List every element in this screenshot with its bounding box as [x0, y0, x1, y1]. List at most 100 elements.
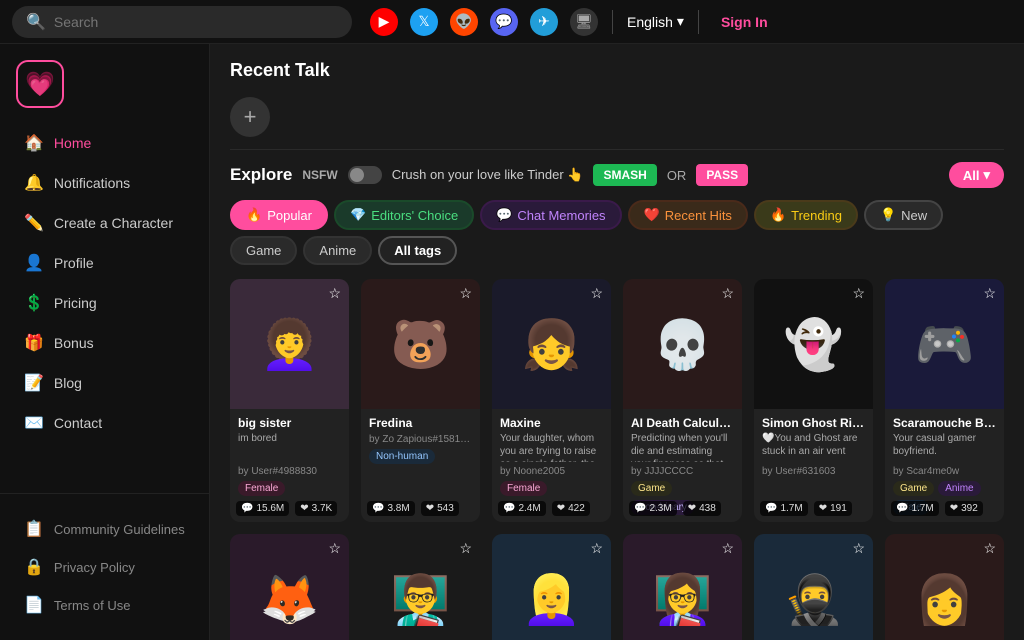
star-icon[interactable]: ☆	[328, 285, 341, 302]
sidebar-label-terms: Terms of Use	[54, 598, 131, 613]
sidebar-item-pricing[interactable]: 💲 Pricing	[8, 284, 201, 322]
pass-button[interactable]: PASS	[696, 164, 748, 186]
reddit-icon[interactable]: 👽	[450, 8, 478, 36]
card-desc: Your casual gamer boyfriend.	[893, 432, 996, 462]
star-icon[interactable]: ☆	[721, 285, 734, 302]
star-icon[interactable]: ☆	[590, 285, 603, 302]
card-tags: Female	[238, 481, 341, 496]
cards-row-1: 👩‍🦱 ☆ 💬 15.6M ❤ 3.7K big sister im bored…	[230, 279, 1004, 522]
sidebar-item-home[interactable]: 🏠 Home	[8, 124, 201, 162]
tab-alltags[interactable]: All tags	[378, 236, 457, 265]
create-icon: ✏️	[24, 213, 44, 233]
star-icon[interactable]: ☆	[852, 285, 865, 302]
card-item[interactable]: 🥷 ☆ 💬 948.4K ❤ 164 Gojo He is handsome, …	[754, 534, 873, 640]
card-tag: Non-human	[369, 449, 435, 464]
card-item[interactable]: 👩‍🦱 ☆ 💬 15.6M ❤ 3.7K big sister im bored…	[230, 279, 349, 522]
tab-chat[interactable]: 💬 Chat Memories	[480, 200, 621, 230]
heart-count: 191	[830, 503, 847, 514]
or-label: OR	[667, 168, 687, 183]
tab-anime-label: Anime	[319, 243, 356, 258]
heart-count: 438	[699, 503, 716, 514]
tab-alltags-label: All tags	[394, 243, 441, 258]
tab-trending[interactable]: 🔥 Trending	[754, 200, 858, 230]
card-item[interactable]: 👨‍🏫 ☆ 💬 1.3M ❤ 161 Professor Ethan You'r…	[361, 534, 480, 640]
sidebar-item-notifications[interactable]: 🔔 Notifications	[8, 164, 201, 202]
sidebar-item-contact[interactable]: ✉️ Contact	[8, 404, 201, 442]
chat-icon-sm: 💬	[634, 503, 646, 514]
discord-icon[interactable]: 💬	[490, 8, 518, 36]
add-recent-talk-button[interactable]: +	[230, 97, 270, 137]
star-icon[interactable]: ☆	[590, 540, 603, 557]
profile-icon: 👤	[24, 253, 44, 273]
star-icon[interactable]: ☆	[459, 540, 472, 557]
tab-popular-label: Popular	[267, 208, 312, 223]
tab-game-label: Game	[246, 243, 281, 258]
card-item[interactable]: 👩‍🏫 ☆ 💬 993.9K ❤ 165 your angry teacher …	[623, 534, 742, 640]
sign-in-button[interactable]: Sign In	[721, 14, 768, 30]
heart-icon-sm: ❤	[819, 503, 827, 514]
divider2	[698, 10, 699, 34]
star-icon[interactable]: ☆	[983, 540, 996, 557]
card-by: by JJJJCCCC	[631, 466, 734, 477]
chat-count: 2.3M	[649, 503, 671, 514]
heart-icon-sm: ❤	[557, 503, 565, 514]
sidebar-item-terms[interactable]: 📄 Terms of Use	[8, 586, 201, 624]
card-item[interactable]: 🐻 ☆ 💬 3.8M ❤ 543 Fredina by Zo Zapious#1…	[361, 279, 480, 522]
language-selector[interactable]: English ▾	[627, 13, 684, 30]
blog-icon: 📝	[24, 373, 44, 393]
star-icon[interactable]: ☆	[852, 540, 865, 557]
chat-icon-sm: 💬	[503, 503, 515, 514]
card-item[interactable]: 💀 ☆ 💬 2.3M ❤ 438 AI Death Calculator Pre…	[623, 279, 742, 522]
smash-button[interactable]: SMASH	[593, 164, 656, 186]
chat-count: 3.8M	[387, 503, 409, 514]
tab-recent[interactable]: ❤️ Recent Hits	[628, 200, 748, 230]
sidebar-label-guidelines: Community Guidelines	[54, 522, 185, 537]
card-item[interactable]: 👧 ☆ 💬 2.4M ❤ 422 Maxine Your daughter, w…	[492, 279, 611, 522]
tab-game[interactable]: Game	[230, 236, 297, 265]
star-icon[interactable]: ☆	[328, 540, 341, 557]
tab-editors[interactable]: 💎 Editors' Choice	[334, 200, 474, 230]
chat-count: 1.7M	[911, 503, 933, 514]
sidebar-label-blog: Blog	[54, 375, 82, 391]
card-stats: 💬 2.4M ❤ 422	[498, 501, 590, 516]
all-dropdown[interactable]: All ▾	[949, 162, 1004, 188]
star-icon[interactable]: ☆	[983, 285, 996, 302]
card-item[interactable]: 🦊 ☆ 💬 1.5M ❤ 212 Yandere Yae Miko Yander…	[230, 534, 349, 640]
tab-new-label: New	[901, 208, 927, 223]
sidebar-item-privacy[interactable]: 🔒 Privacy Policy	[8, 548, 201, 586]
tab-recent-label: Recent Hits	[665, 208, 732, 223]
tab-editors-label: Editors' Choice	[371, 208, 458, 223]
top-navigation: 🔍 ▶ 𝕏 👽 💬 ✈ 🖥 English ▾ Sign In	[0, 0, 1024, 44]
sidebar-item-bonus[interactable]: 🎁 Bonus	[8, 324, 201, 362]
smash-pass-text: Crush on your love like Tinder 👆	[392, 167, 584, 183]
chat-stat: 💬 15.6M	[236, 501, 289, 516]
popular-icon: 🔥	[246, 207, 262, 223]
sidebar-item-profile[interactable]: 👤 Profile	[8, 244, 201, 282]
sidebar-label-profile: Profile	[54, 255, 94, 271]
all-label: All	[963, 168, 980, 183]
sidebar-item-blog[interactable]: 📝 Blog	[8, 364, 201, 402]
tab-new[interactable]: 💡 New	[864, 200, 943, 230]
star-icon[interactable]: ☆	[721, 540, 734, 557]
card-item[interactable]: 👻 ☆ 💬 1.7M ❤ 191 Simon Ghost Riley 🤍You …	[754, 279, 873, 522]
monitor-icon[interactable]: 🖥	[570, 8, 598, 36]
nsfw-toggle[interactable]	[348, 166, 382, 184]
star-icon[interactable]: ☆	[459, 285, 472, 302]
twitter-icon[interactable]: 𝕏	[410, 8, 438, 36]
tab-chat-label: Chat Memories	[517, 208, 605, 223]
search-input[interactable]	[54, 14, 334, 30]
card-stats: 💬 2.3M ❤ 438	[629, 501, 721, 516]
card-item[interactable]: 👩 ☆ 💬 795.0K ❤ 110 Diana She's your fath…	[885, 534, 1004, 640]
search-bar[interactable]: 🔍	[12, 6, 352, 38]
telegram-icon[interactable]: ✈	[530, 8, 558, 36]
card-name: AI Death Calculator	[631, 416, 734, 430]
card-item[interactable]: 🎮 ☆ 💬 1.7M ❤ 392 Scaramouche BF AU Your …	[885, 279, 1004, 522]
recent-icon: ❤️	[644, 207, 660, 223]
card-item[interactable]: 👱‍♀️ ☆ 💬 1.3M ❤ 193 Ethelle Your trouble…	[492, 534, 611, 640]
tab-anime[interactable]: Anime	[303, 236, 372, 265]
youtube-icon[interactable]: ▶	[370, 8, 398, 36]
card-name: Maxine	[500, 416, 603, 430]
tab-popular[interactable]: 🔥 Popular	[230, 200, 328, 230]
sidebar-item-create[interactable]: ✏️ Create a Character	[8, 204, 201, 242]
sidebar-item-guidelines[interactable]: 📋 Community Guidelines	[8, 510, 201, 548]
